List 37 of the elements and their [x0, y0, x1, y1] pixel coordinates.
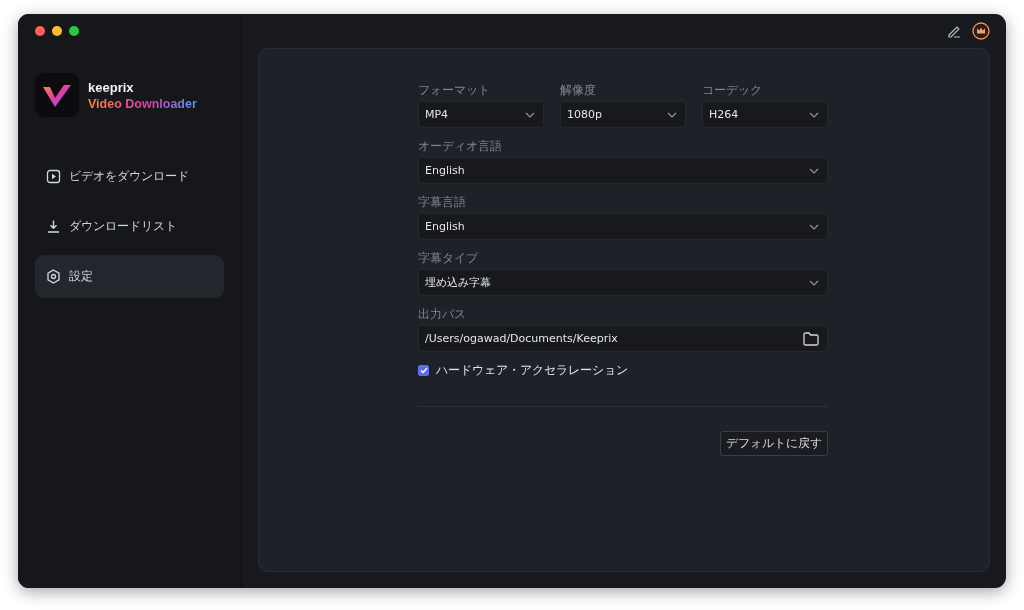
chevron-down-icon	[809, 167, 819, 174]
chevron-down-icon	[525, 111, 535, 118]
folder-icon[interactable]	[803, 331, 819, 346]
dropdown[interactable]: English	[418, 157, 828, 184]
sidebar-item[interactable]: 設定	[35, 255, 224, 298]
maximize-button[interactable]	[69, 26, 79, 36]
field-label: コーデック	[702, 83, 763, 97]
app-subtitle: Video Downloader	[88, 96, 197, 111]
field-label: オーディオ言語	[418, 139, 503, 153]
field-label: 解像度	[560, 83, 597, 97]
close-button[interactable]	[35, 26, 45, 36]
dropdown[interactable]: 1080p	[560, 101, 686, 128]
settings-icon	[46, 269, 61, 284]
checkbox[interactable]	[418, 365, 429, 376]
field-label: 字幕タイプ	[418, 251, 480, 265]
app-logo-icon	[35, 73, 79, 117]
app-name: keeprix	[88, 79, 135, 95]
dropdown[interactable]: H264	[702, 101, 828, 128]
chevron-down-icon	[809, 223, 819, 230]
sidebar-item[interactable]: ダウンロードリスト	[35, 205, 224, 248]
sidebar-item[interactable]: ビデオをダウンロード	[35, 155, 224, 198]
minimize-button[interactable]	[52, 26, 62, 36]
dropdown[interactable]: 埋め込み字幕	[418, 269, 828, 296]
path-field[interactable]: /Users/ogawad/Documents/Keeprix	[418, 325, 828, 352]
reset-button[interactable]: デフォルトに戻す	[720, 431, 828, 456]
field-label: 字幕言語	[418, 195, 467, 209]
download-icon	[46, 219, 61, 234]
checkbox-label: ハードウェア・アクセラレーション	[436, 363, 628, 378]
play-icon	[46, 169, 61, 184]
chevron-down-icon	[809, 111, 819, 118]
dropdown[interactable]: English	[418, 213, 828, 240]
chevron-down-icon	[667, 111, 677, 118]
dropdown[interactable]: MP4	[418, 101, 544, 128]
field-label: フォーマット	[418, 83, 491, 97]
field-label: 出力パス	[418, 307, 467, 321]
crown-icon[interactable]	[972, 22, 990, 40]
chevron-down-icon	[809, 279, 819, 286]
